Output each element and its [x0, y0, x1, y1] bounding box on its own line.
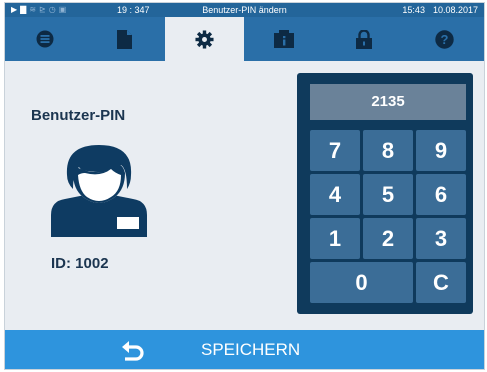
tab-bar: ?: [5, 17, 484, 61]
tab-settings[interactable]: [164, 17, 245, 61]
key-2[interactable]: 2: [363, 218, 413, 259]
svg-text:?: ?: [440, 32, 448, 47]
tab-lock[interactable]: [324, 17, 404, 61]
pin-display: 2135: [310, 84, 466, 120]
clock-time: 15:43: [402, 5, 425, 15]
tab-info[interactable]: [244, 17, 324, 61]
key-8[interactable]: 8: [363, 130, 413, 171]
key-3[interactable]: 3: [416, 218, 466, 259]
key-clear[interactable]: C: [416, 262, 466, 303]
lock-icon: [356, 29, 373, 49]
screen: ▶ ▇ ≋ ⊵ ◷ ▣ 19 : 347 Benutzer-PIN ändern…: [4, 2, 485, 370]
user-avatar-icon: [51, 145, 147, 237]
info-book-icon: [274, 30, 295, 48]
tab-document[interactable]: [85, 17, 165, 61]
menu-icon: [36, 30, 54, 48]
key-6[interactable]: 6: [416, 174, 466, 215]
save-button[interactable]: SPEICHERN: [201, 330, 300, 369]
key-9[interactable]: 9: [416, 130, 466, 171]
tab-help[interactable]: ?: [404, 17, 484, 61]
tab-menu[interactable]: [5, 17, 85, 61]
user-id-label: ID: 1002: [51, 255, 109, 272]
document-icon: [117, 29, 133, 49]
pin-keypad: 2135 7 8 9 4 5 6 1 2 3 0 C: [297, 73, 473, 314]
clock-date: 10.08.2017: [432, 5, 478, 15]
key-4[interactable]: 4: [310, 174, 360, 215]
key-1[interactable]: 1: [310, 218, 360, 259]
pin-heading: Benutzer-PIN: [31, 107, 126, 124]
key-5[interactable]: 5: [363, 174, 413, 215]
key-0[interactable]: 0: [310, 262, 413, 303]
status-bar: ▶ ▇ ≋ ⊵ ◷ ▣ 19 : 347 Benutzer-PIN ändern…: [5, 3, 484, 17]
gear-icon: [195, 29, 214, 49]
help-icon: ?: [434, 29, 454, 49]
back-arrow-icon[interactable]: [120, 338, 146, 362]
footer-bar: SPEICHERN: [5, 330, 484, 369]
key-7[interactable]: 7: [310, 130, 360, 171]
